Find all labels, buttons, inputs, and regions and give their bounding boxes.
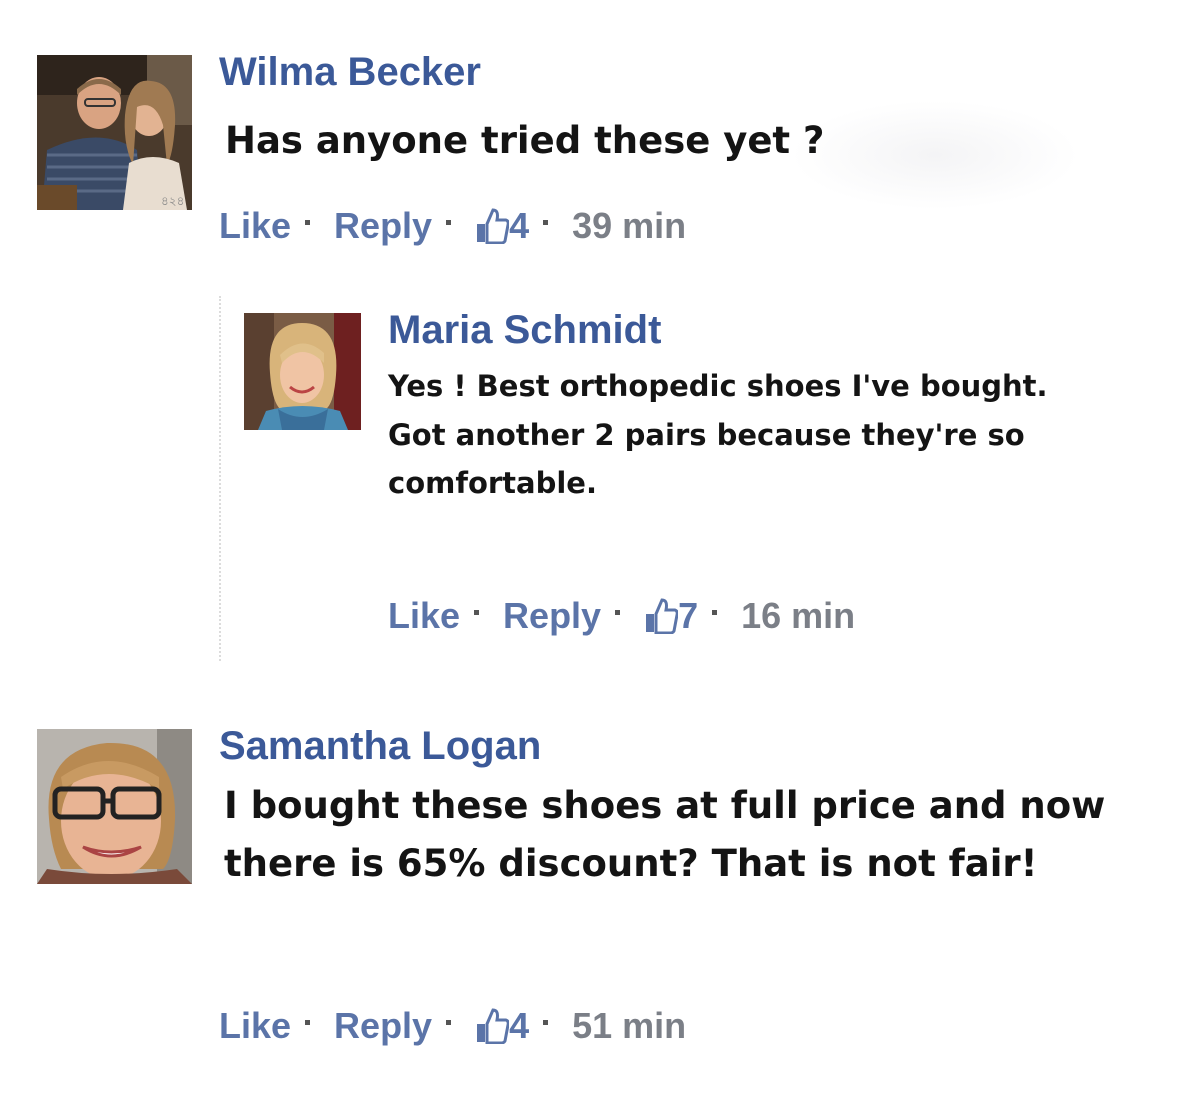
comment-author[interactable]: Wilma Becker: [219, 50, 481, 95]
reply-button[interactable]: Reply: [503, 595, 601, 637]
like-count[interactable]: 7: [644, 595, 698, 637]
avatar-photo-couple: ৪২৪: [37, 55, 192, 210]
like-count-number: 4: [509, 1005, 530, 1046]
like-count-number: 7: [678, 595, 699, 636]
comment-actions: Like Reply 4 39 min: [219, 203, 686, 249]
timestamp: 51 min: [572, 1005, 687, 1046]
avatar-photo-woman-glasses: [37, 729, 192, 884]
separator-dot: [474, 609, 480, 615]
reply-button[interactable]: Reply: [334, 205, 432, 247]
comment-text: Has anyone tried these yet ?: [225, 119, 825, 162]
like-button[interactable]: Like: [219, 1005, 291, 1047]
like-count[interactable]: 4: [475, 205, 529, 247]
separator-dot: [543, 219, 549, 225]
separator-dot: [446, 1019, 452, 1025]
comment-author[interactable]: Maria Schmidt: [388, 308, 661, 353]
thumbs-up-icon: [477, 208, 510, 244]
like-count[interactable]: 4: [475, 1005, 529, 1047]
comment-author[interactable]: Samantha Logan: [219, 724, 541, 769]
timestamp: 39 min: [572, 205, 687, 246]
separator-dot: [305, 219, 311, 225]
thumbs-up-icon: [646, 598, 679, 634]
separator-dot: [712, 609, 718, 615]
svg-text:৪২৪: ৪২৪: [161, 194, 184, 208]
like-button[interactable]: Like: [388, 595, 460, 637]
comment-text: Yes ! Best orthopedic shoes I've bought.…: [388, 369, 1048, 500]
like-button[interactable]: Like: [219, 205, 291, 247]
avatar[interactable]: [244, 313, 361, 430]
separator-dot: [446, 219, 452, 225]
like-count-number: 4: [509, 205, 530, 246]
reply-thread-line: [219, 296, 221, 661]
avatar-photo-woman: [244, 313, 361, 430]
reply-button[interactable]: Reply: [334, 1005, 432, 1047]
comment-actions: Like Reply 4 51 min: [219, 1003, 686, 1049]
avatar[interactable]: ৪২৪: [37, 55, 192, 210]
separator-dot: [543, 1019, 549, 1025]
separator-dot: [305, 1019, 311, 1025]
separator-dot: [615, 609, 621, 615]
avatar[interactable]: [37, 729, 192, 884]
timestamp: 16 min: [741, 595, 856, 636]
comment-text: I bought these shoes at full price and n…: [224, 784, 1106, 885]
thumbs-up-icon: [477, 1008, 510, 1044]
comment-actions: Like Reply 7 16 min: [388, 593, 855, 639]
